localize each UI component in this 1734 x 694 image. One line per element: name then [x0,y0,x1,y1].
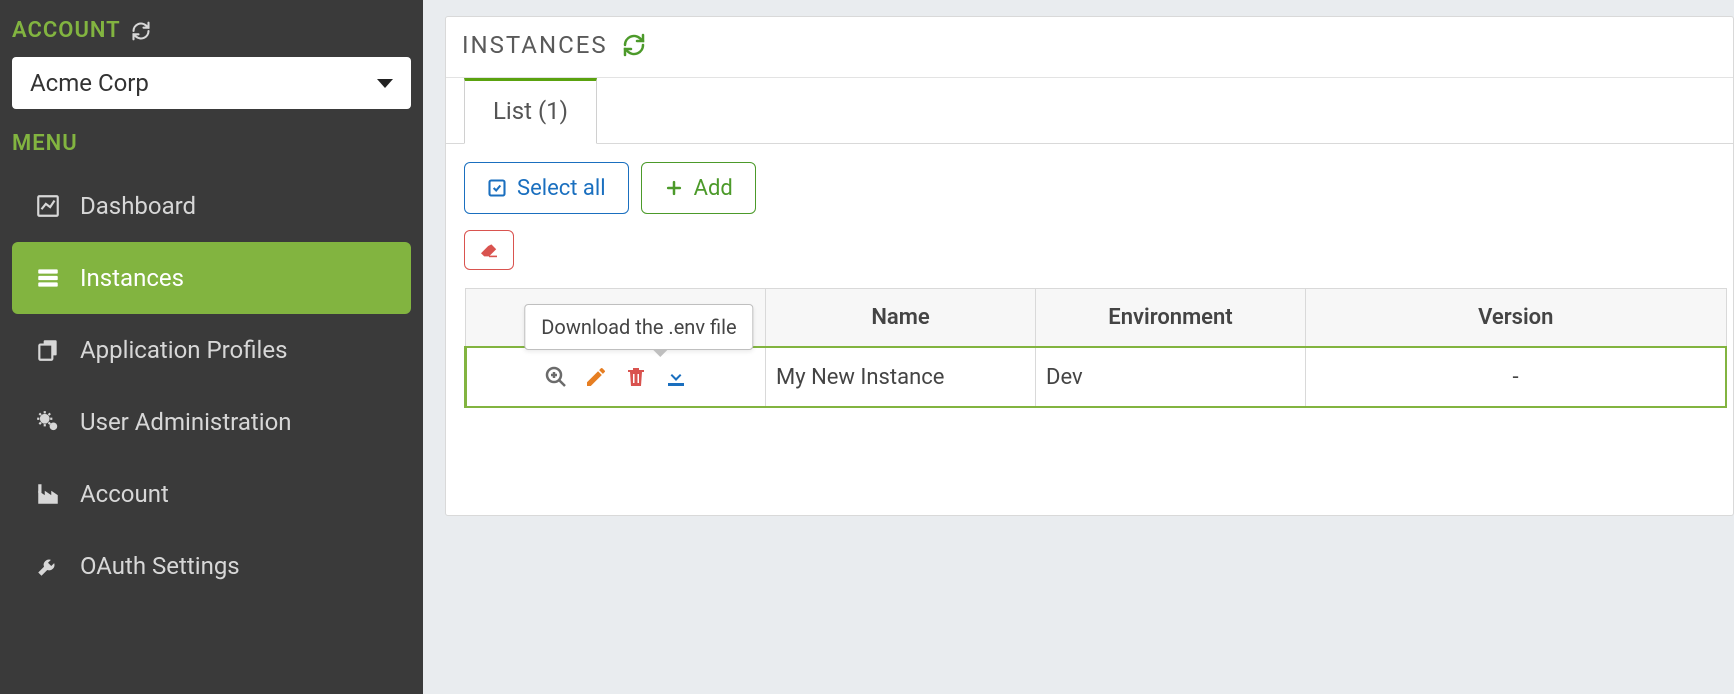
panel-header: INSTANCES [446,17,1733,78]
table-row[interactable]: Download the .env file [466,347,1727,407]
sidebar-item-label: OAuth Settings [80,552,240,580]
tooltip: Download the .env file [524,304,753,350]
sidebar-item-oauth-settings[interactable]: OAuth Settings [12,530,411,602]
instances-table: Actions Name Environment Version Downloa… [464,288,1727,408]
sidebar-item-label: Dashboard [80,192,196,220]
cell-name: My New Instance [766,347,1036,407]
account-selector[interactable]: Acme Corp [12,57,411,109]
select-all-label: Select all [517,176,606,201]
tab-label: List (1) [493,97,568,125]
sidebar-item-label: User Administration [80,408,292,436]
copy-icon [34,337,62,363]
col-name: Name [766,289,1036,348]
sidebar-item-label: Account [80,480,169,508]
tabs-row: List (1) [446,77,1733,144]
gears-icon [34,409,62,435]
wrench-icon [34,553,62,579]
cell-environment: Dev [1036,347,1306,407]
sidebar-item-application-profiles[interactable]: Application Profiles [12,314,411,386]
refresh-accounts-icon[interactable] [131,21,151,41]
col-version: Version [1306,289,1727,348]
cell-version: - [1306,347,1727,407]
refresh-instances-icon[interactable] [622,33,646,57]
tooltip-text: Download the .env file [541,315,736,339]
sidebar-item-instances[interactable]: Instances [12,242,411,314]
menu-list: Dashboard Instances Application Profiles… [12,170,411,602]
account-selector-value: Acme Corp [30,69,149,97]
account-heading-label: ACCOUNT [12,18,121,43]
account-heading: ACCOUNT [12,18,411,43]
plus-icon [664,178,684,198]
col-environment: Environment [1036,289,1306,348]
menu-heading-label: MENU [12,131,78,156]
eraser-button[interactable] [464,230,514,270]
download-icon[interactable] [663,364,689,390]
eraser-icon [479,242,499,258]
check-square-icon [487,178,507,198]
instances-panel: INSTANCES List (1) Select all [445,16,1734,516]
tab-list[interactable]: List (1) [464,78,597,144]
sidebar-item-label: Instances [80,264,184,292]
cell-actions: Download the .env file [466,347,766,407]
factory-icon [34,481,62,507]
toolbar: Select all Add [446,144,1733,270]
chart-line-icon [34,193,62,219]
menu-heading: MENU [12,131,411,156]
sidebar-item-label: Application Profiles [80,336,287,364]
sidebar-item-account[interactable]: Account [12,458,411,530]
sidebar-item-user-administration[interactable]: User Administration [12,386,411,458]
zoom-in-icon[interactable] [543,364,569,390]
pencil-icon[interactable] [583,364,609,390]
sidebar-item-dashboard[interactable]: Dashboard [12,170,411,242]
main-content: INSTANCES List (1) Select all [423,0,1734,694]
page-title: INSTANCES [462,31,608,59]
table-wrap: Actions Name Environment Version Downloa… [446,270,1733,430]
trash-icon[interactable] [623,364,649,390]
select-all-button[interactable]: Select all [464,162,629,214]
chevron-down-icon [377,79,393,88]
add-label: Add [694,176,733,201]
add-button[interactable]: Add [641,162,756,214]
sidebar: ACCOUNT Acme Corp MENU Dashboard Instanc… [0,0,423,694]
server-icon [34,265,62,291]
